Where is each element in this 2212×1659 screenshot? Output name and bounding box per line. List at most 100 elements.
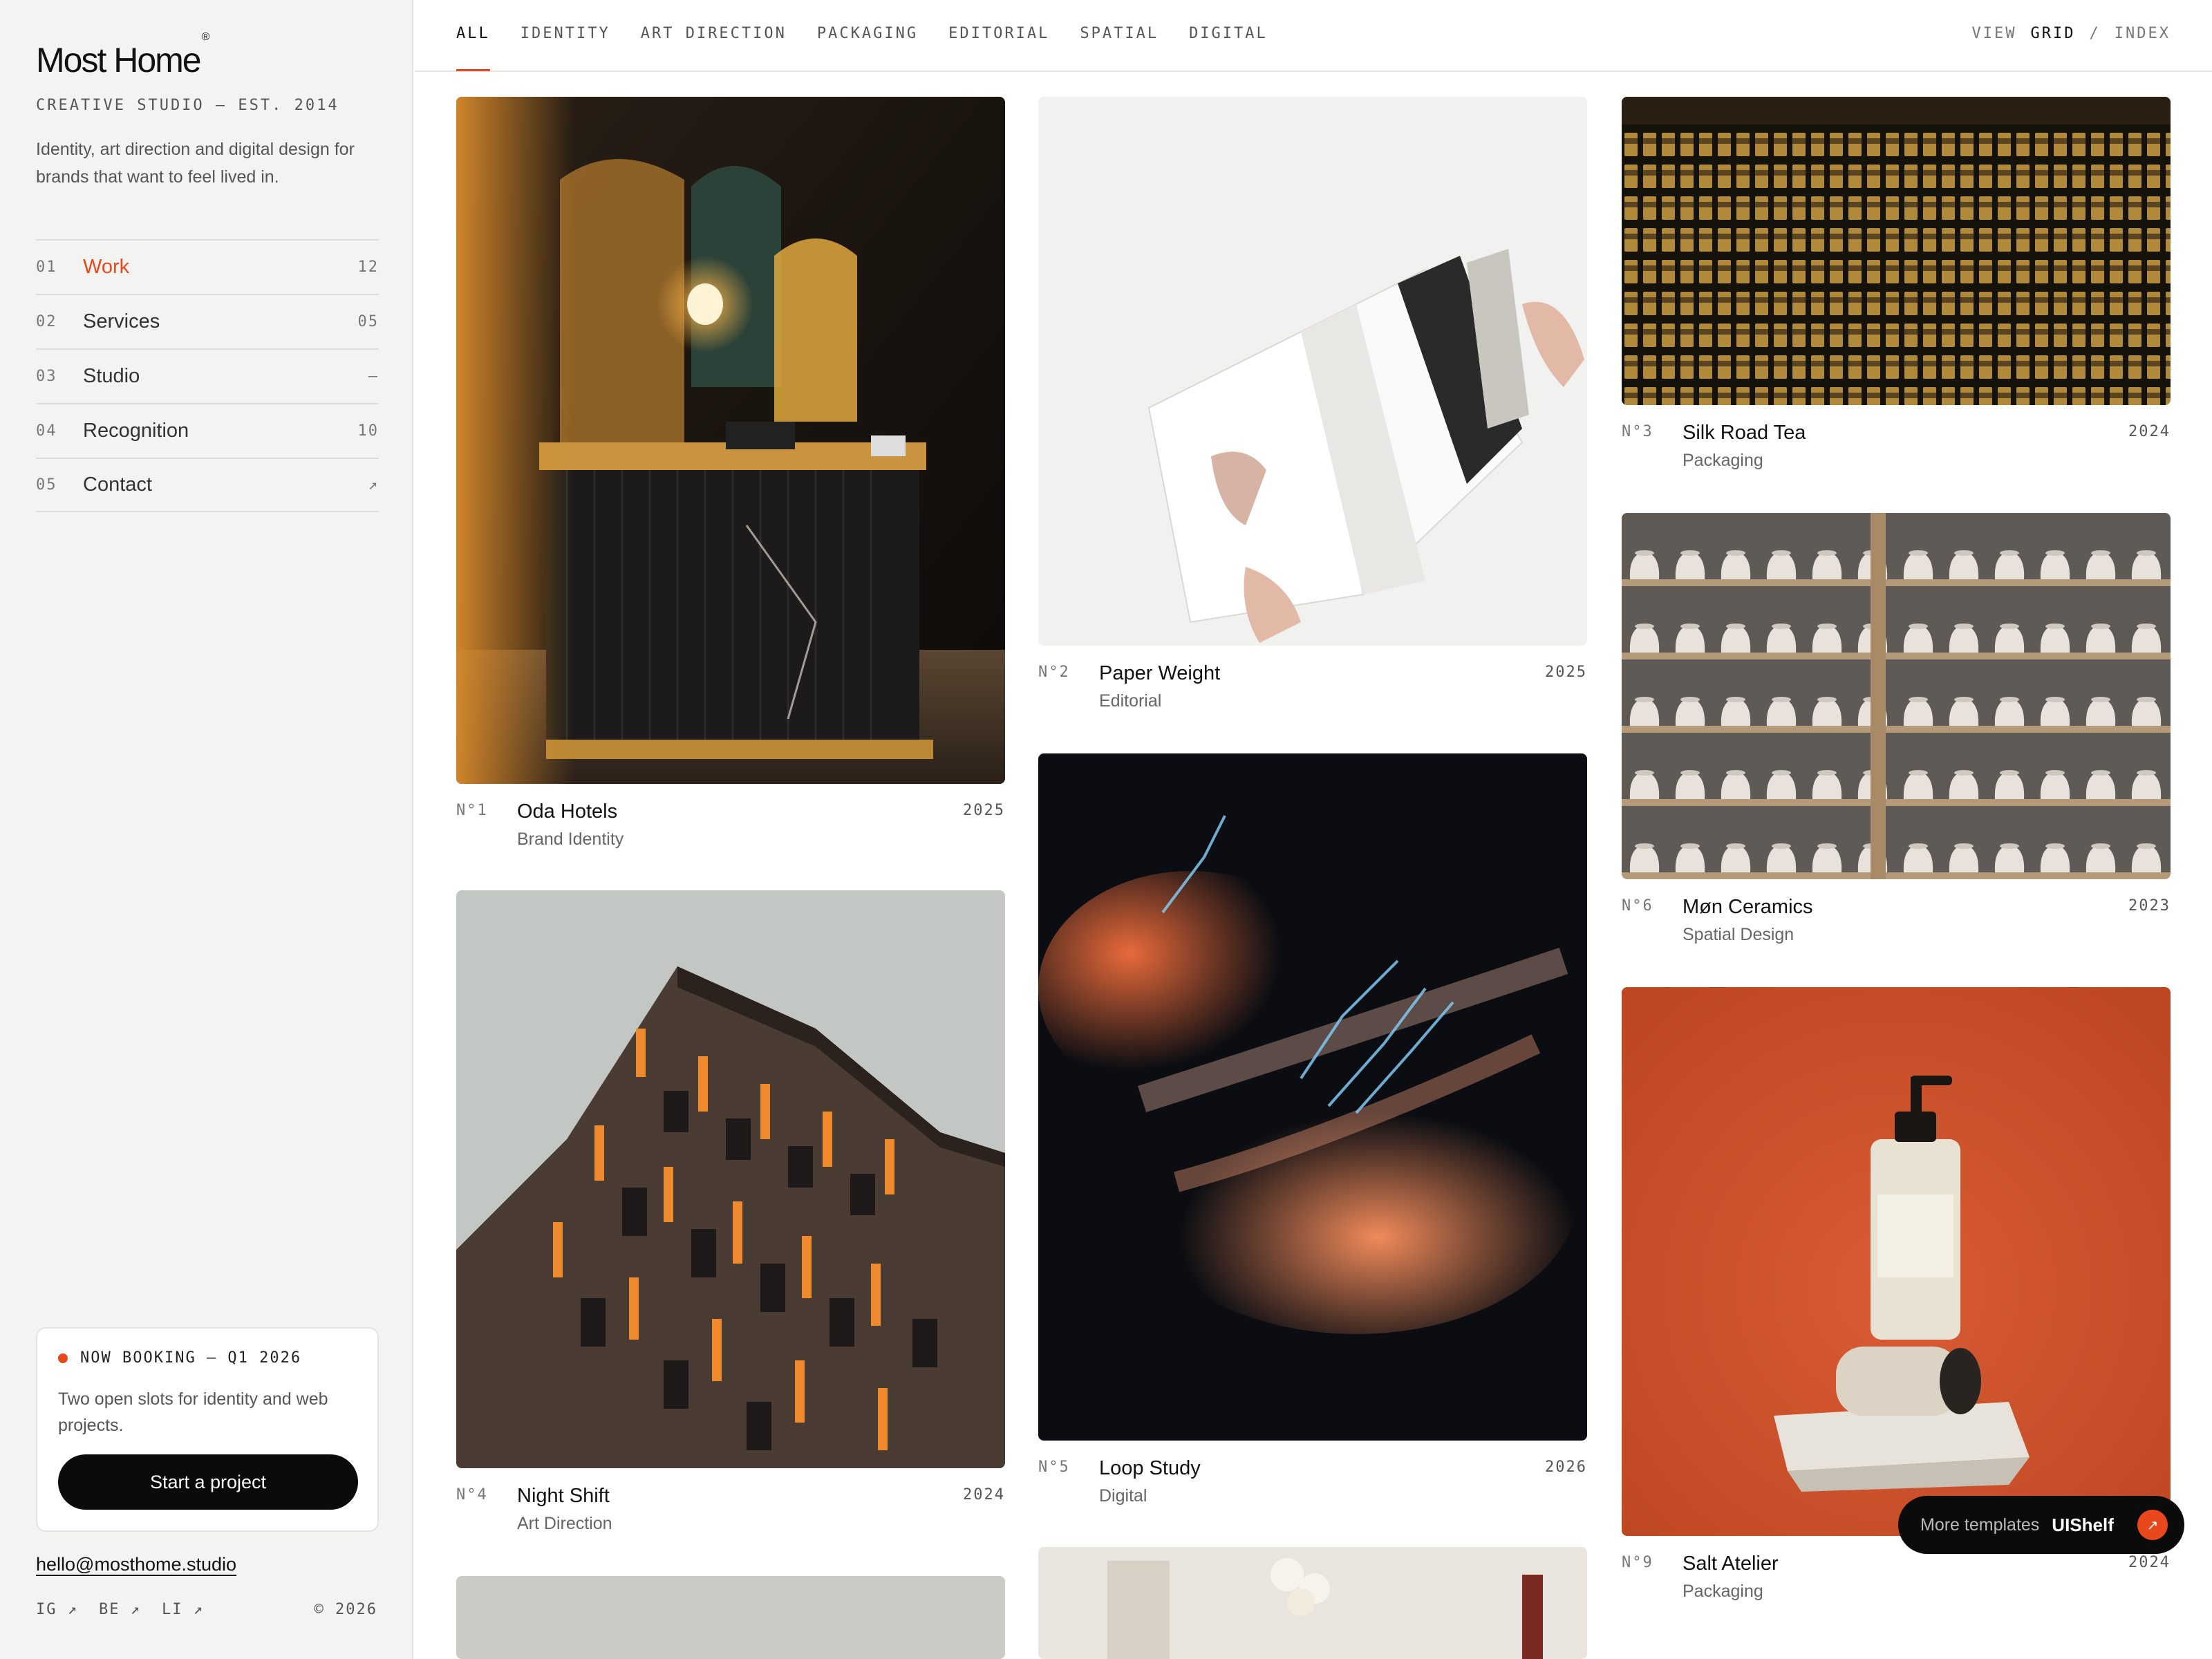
project-number: N°3 — [1622, 423, 1653, 440]
top-bar: ALL IDENTITY ART DIRECTION PACKAGING EDI… — [415, 0, 2212, 72]
project-title: Loop Study — [1099, 1457, 1201, 1479]
filter-identity[interactable]: IDENTITY — [521, 25, 610, 72]
booking-card: NOW BOOKING — Q1 2026 Two open slots for… — [36, 1327, 379, 1532]
project-card-paper-weight[interactable]: N°2 Paper Weight Editorial 2025 — [1038, 97, 1587, 731]
nav-item-contact[interactable]: 05 Contact ↗ — [36, 458, 379, 512]
filter-digital[interactable]: DIGITAL — [1189, 25, 1268, 72]
nav-item-services[interactable]: 02 Services 05 — [36, 294, 379, 348]
filter-packaging[interactable]: PACKAGING — [817, 25, 918, 72]
social-link-instagram[interactable]: IG ↗ — [36, 1601, 78, 1618]
filter-all[interactable]: ALL — [456, 25, 490, 72]
project-year: 2025 — [963, 802, 1005, 819]
email-link[interactable]: hello@mosthome.studio — [36, 1554, 236, 1575]
nav-label: Recognition — [83, 420, 189, 442]
social-link-linkedin[interactable]: LI ↗ — [162, 1601, 204, 1618]
project-card-mon-ceramics[interactable]: N°6 Møn Ceramics Spatial Design 2023 — [1622, 513, 2171, 965]
project-title: Silk Road Tea — [1683, 422, 1806, 444]
nav-label: Studio — [83, 365, 140, 387]
project-card-night-shift[interactable]: N°4 Night Shift Art Direction 2024 — [456, 890, 1005, 1554]
nav-count: 10 — [357, 422, 379, 440]
project-meta: N°4 Night Shift Art Direction 2024 — [456, 1485, 1005, 1554]
project-meta: N°3 Silk Road Tea Packaging 2024 — [1622, 422, 2171, 491]
nav-number: 02 — [36, 313, 57, 330]
project-image — [1622, 987, 2171, 1536]
nav-item-work[interactable]: 01 Work 12 — [36, 239, 379, 294]
logo[interactable]: Most Home® — [36, 31, 209, 80]
project-category: Packaging — [1683, 451, 1763, 470]
project-image — [456, 890, 1005, 1468]
project-category: Brand Identity — [517, 830, 624, 849]
project-image — [1038, 753, 1587, 1441]
project-card-loop-study[interactable]: N°5 Loop Study Digital 2026 — [1038, 753, 1587, 1526]
project-title: Night Shift — [517, 1485, 610, 1507]
project-image — [1622, 97, 2171, 405]
badge-brand: UIShelf — [2052, 1514, 2114, 1535]
nav-count: 05 — [357, 313, 379, 330]
filter-art-direction[interactable]: ART DIRECTION — [641, 25, 787, 72]
project-meta: N°1 Oda Hotels Brand Identity 2025 — [456, 800, 1005, 870]
project-title: Paper Weight — [1099, 662, 1221, 684]
project-meta: N°5 Loop Study Digital 2026 — [1038, 1457, 1587, 1526]
arrow-up-right-icon: ↗ — [2137, 1510, 2168, 1540]
nav-count: 12 — [357, 259, 379, 276]
category-filters: ALL IDENTITY ART DIRECTION PACKAGING EDI… — [456, 25, 1298, 72]
more-templates-badge[interactable]: More templates UIShelf ↗ — [1898, 1496, 2184, 1554]
project-image — [1622, 513, 2171, 879]
nav-number: 01 — [36, 259, 57, 276]
project-number: N°2 — [1038, 664, 1070, 681]
project-number: N°4 — [456, 1486, 488, 1503]
project-title: Møn Ceramics — [1683, 896, 1813, 918]
project-meta: N°9 Salt Atelier Packaging 2024 — [1622, 1553, 2171, 1622]
project-image — [1038, 97, 1587, 646]
booking-status: NOW BOOKING — Q1 2026 — [58, 1349, 357, 1367]
project-card-silk-road-tea[interactable]: N°3 Silk Road Tea Packaging 2024 — [1622, 97, 2171, 491]
project-number: N°1 — [456, 802, 488, 819]
project-number: N°9 — [1622, 1554, 1653, 1571]
project-title: Salt Atelier — [1683, 1553, 1779, 1575]
nav-item-recognition[interactable]: 04 Recognition 10 — [36, 403, 379, 458]
social-link-behance[interactable]: BE ↗ — [99, 1601, 141, 1618]
start-project-button[interactable]: Start a project — [58, 1454, 358, 1510]
nav-label: Contact — [83, 474, 152, 496]
studio-intro: Identity, art direction and digital desi… — [36, 140, 355, 187]
studio-tagline: CREATIVE STUDIO — EST. 2014 — [36, 97, 339, 114]
status-dot-icon — [58, 1353, 68, 1363]
nav-number: 04 — [36, 422, 57, 440]
filter-spatial[interactable]: SPATIAL — [1080, 25, 1159, 72]
project-year: 2023 — [2128, 897, 2171, 915]
project-image-partial[interactable] — [456, 1576, 1005, 1659]
project-category: Art Direction — [517, 1514, 612, 1533]
project-card-oda-hotels[interactable]: N°1 Oda Hotels Brand Identity 2025 — [456, 97, 1005, 870]
social-links: IG ↗ BE ↗ LI ↗ — [36, 1601, 225, 1618]
project-year: 2024 — [2128, 1554, 2171, 1571]
project-image-partial[interactable] — [1038, 1547, 1587, 1659]
project-category: Digital — [1099, 1486, 1147, 1506]
project-year: 2024 — [963, 1486, 1005, 1503]
view-grid-option[interactable]: GRID — [2031, 25, 2076, 42]
project-category: Spatial Design — [1683, 925, 1794, 944]
sidebar-nav: 01 Work 12 02 Services 05 03 Studio — 04… — [36, 239, 379, 512]
nav-count: — — [368, 368, 379, 385]
project-number: N°5 — [1038, 1459, 1070, 1476]
view-separator: / — [2089, 25, 2101, 42]
nav-label: Work — [83, 256, 130, 278]
nav-label: Services — [83, 310, 160, 332]
sidebar: Most Home® CREATIVE STUDIO — EST. 2014 I… — [0, 0, 413, 1659]
arrow-up-right-icon: ↗ — [368, 476, 379, 494]
project-title: Oda Hotels — [517, 800, 618, 823]
project-year: 2025 — [1545, 664, 1587, 681]
nav-number: 05 — [36, 476, 57, 494]
project-meta: N°6 Møn Ceramics Spatial Design 2023 — [1622, 896, 2171, 965]
project-image — [456, 97, 1005, 784]
view-toggle: VIEW GRID / INDEX — [1958, 25, 2171, 42]
project-year: 2024 — [2128, 423, 2171, 440]
view-index-option[interactable]: INDEX — [2115, 25, 2171, 42]
nav-item-studio[interactable]: 03 Studio — — [36, 348, 379, 403]
filter-editorial[interactable]: EDITORIAL — [948, 25, 1049, 72]
project-meta: N°2 Paper Weight Editorial 2025 — [1038, 662, 1587, 731]
nav-number: 03 — [36, 368, 57, 385]
booking-text: Two open slots for identity and web proj… — [58, 1389, 328, 1435]
project-number: N°6 — [1622, 897, 1653, 915]
copyright: © 2026 — [314, 1601, 377, 1618]
view-label: VIEW — [1971, 25, 2017, 42]
